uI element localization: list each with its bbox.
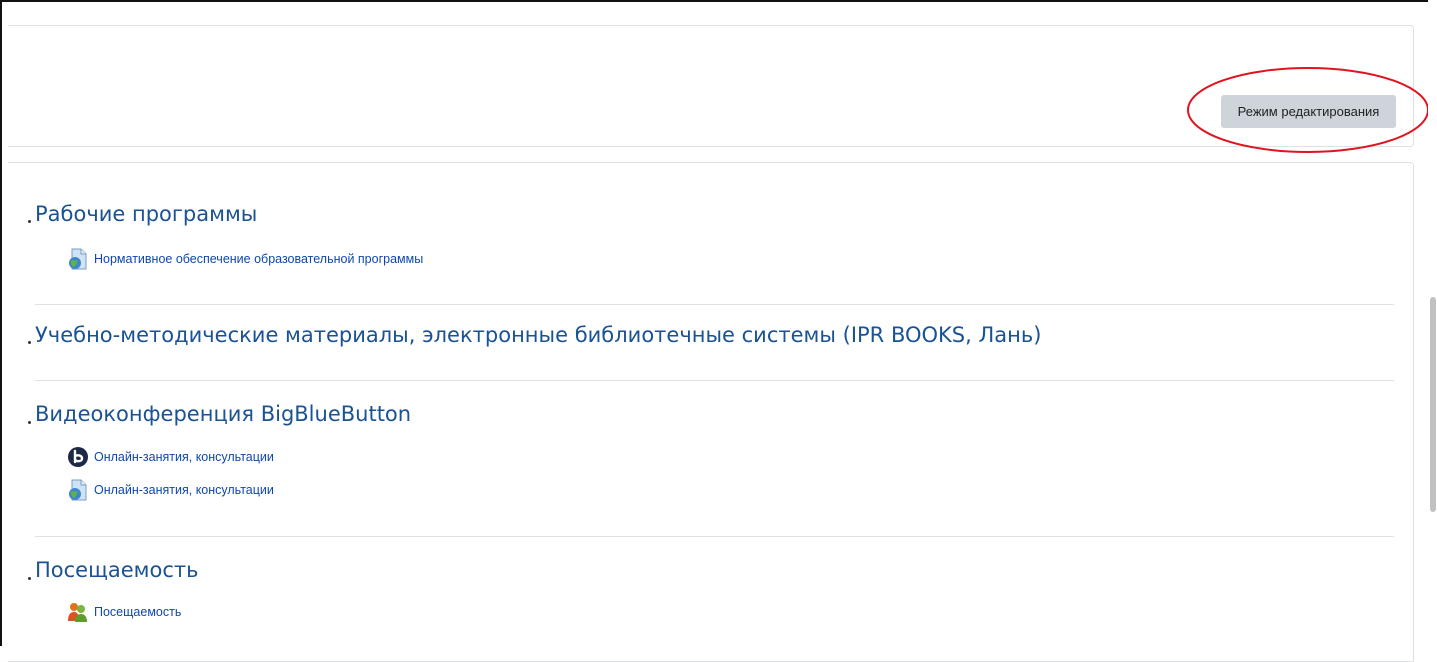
section-title-study-materials[interactable]: Учебно-методические материалы, электронн… [35, 323, 1041, 347]
activity-label[interactable]: Онлайн-занятия, консультации [94, 483, 274, 497]
activity-link-normative[interactable]: Нормативное обеспечение образовательной … [67, 248, 423, 270]
section-title-videoconference[interactable]: Видеоконференция BigBlueButton [35, 402, 411, 426]
section-divider [35, 304, 1394, 305]
attendance-icon [67, 601, 89, 623]
window-left-border [0, 0, 2, 646]
url-resource-icon [67, 479, 89, 501]
bigbluebutton-icon [67, 446, 89, 468]
activity-label[interactable]: Онлайн-занятия, консультации [94, 450, 274, 464]
section-divider [35, 536, 1394, 537]
activity-label[interactable]: Посещаемость [94, 605, 181, 619]
section-title-work-programs[interactable]: Рабочие программы [35, 202, 257, 226]
activity-link-attendance[interactable]: Посещаемость [67, 601, 181, 623]
page-header-card [8, 25, 1414, 147]
section-divider [35, 380, 1394, 381]
section-title-attendance[interactable]: Посещаемость [35, 558, 199, 582]
scrollbar-thumb[interactable] [1430, 297, 1436, 512]
activity-link-url-online[interactable]: Онлайн-занятия, консультации [67, 479, 274, 501]
section-bullet [28, 220, 31, 223]
window-top-border [0, 0, 1437, 2]
activity-label[interactable]: Нормативное обеспечение образовательной … [94, 252, 423, 266]
activity-link-bbb-online[interactable]: Онлайн-занятия, консультации [67, 446, 274, 468]
edit-mode-button[interactable]: Режим редактирования [1221, 95, 1396, 128]
url-resource-icon [67, 248, 89, 270]
section-bullet [28, 421, 31, 424]
section-bullet [28, 577, 31, 580]
section-bullet [28, 341, 31, 344]
